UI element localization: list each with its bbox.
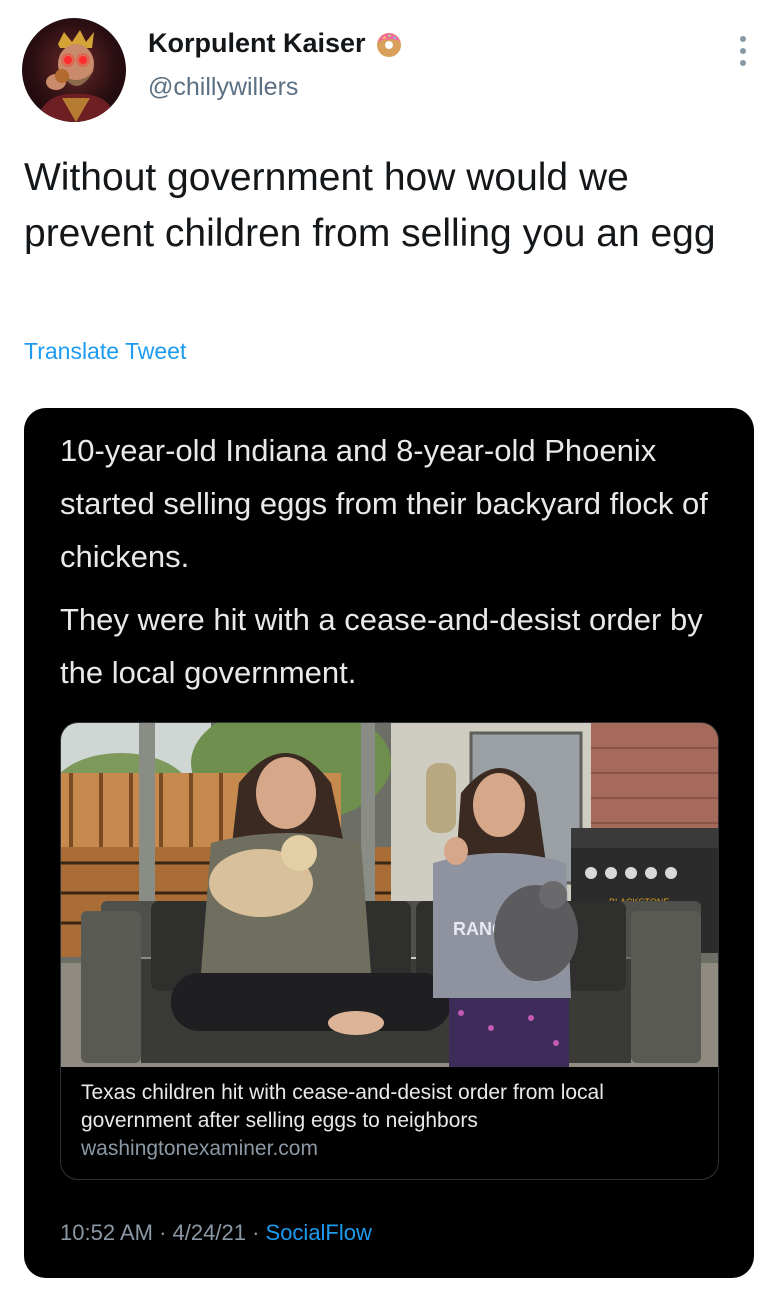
donut-icon — [374, 29, 404, 59]
tweet-author: Korpulent Kaiser @chillywillers — [148, 28, 404, 102]
quoted-date: 4/24/21 — [172, 1220, 246, 1245]
avatar[interactable] — [22, 18, 126, 122]
author-display-name[interactable]: Korpulent Kaiser — [148, 28, 366, 59]
quoted-timestamp: 10:52 AM · 4/24/21 · SocialFlow — [60, 1220, 372, 1246]
link-preview-meta: Texas children hit with cease-and-desist… — [81, 1079, 701, 1163]
quoted-time: 10:52 AM — [60, 1220, 153, 1245]
link-preview-title: Texas children hit with cease-and-desist… — [81, 1081, 604, 1132]
author-handle[interactable]: @chillywillers — [148, 73, 404, 102]
separator: · — [159, 1220, 167, 1245]
tweet-text: Without government how would we prevent … — [24, 156, 716, 255]
separator: · — [252, 1220, 260, 1245]
link-preview-card[interactable]: BLACKSTONE RANG — [60, 722, 719, 1180]
quoted-paragraph-2: They were hit with a cease-and-desist or… — [60, 602, 703, 690]
more-vertical-icon[interactable] — [733, 34, 753, 68]
source-link: SocialFlow — [265, 1220, 372, 1245]
link-preview-domain: washingtonexaminer.com — [81, 1137, 318, 1160]
translate-tweet-link[interactable]: Translate Tweet — [24, 338, 186, 365]
quoted-text: 10-year-old Indiana and 8-year-old Phoen… — [60, 424, 710, 699]
tweet-media-image[interactable]: 10-year-old Indiana and 8-year-old Phoen… — [24, 408, 754, 1278]
quoted-paragraph-1: 10-year-old Indiana and 8-year-old Phoen… — [60, 433, 708, 574]
crowned-figure-avatar — [36, 30, 118, 122]
author-name-row[interactable]: Korpulent Kaiser — [148, 28, 404, 59]
news-photo: BLACKSTONE RANG — [61, 723, 718, 1067]
